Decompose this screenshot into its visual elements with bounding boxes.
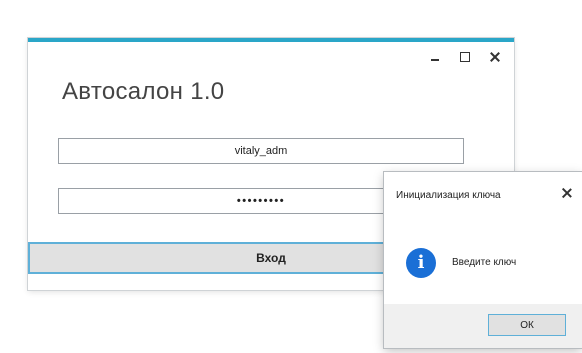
close-icon[interactable] bbox=[488, 50, 502, 64]
username-input[interactable] bbox=[58, 138, 464, 164]
dialog-title: Инициализация ключа bbox=[396, 190, 501, 201]
window-controls bbox=[428, 50, 502, 64]
dialog-message: Введите ключ bbox=[452, 257, 517, 268]
dialog-footer: ОК bbox=[384, 304, 582, 348]
dialog-close-icon[interactable] bbox=[560, 186, 574, 200]
maximize-icon[interactable] bbox=[458, 50, 472, 64]
key-init-dialog: Инициализация ключа i Введите ключ ОК bbox=[384, 172, 582, 348]
minimize-icon[interactable] bbox=[428, 50, 442, 64]
desktop: Автосалон 1.0 Вход Инициализация ключа i… bbox=[0, 0, 582, 353]
app-title: Автосалон 1.0 bbox=[62, 78, 225, 105]
info-glyph: i bbox=[417, 252, 425, 273]
info-icon: i bbox=[406, 248, 436, 278]
ok-button[interactable]: ОК bbox=[488, 314, 566, 336]
